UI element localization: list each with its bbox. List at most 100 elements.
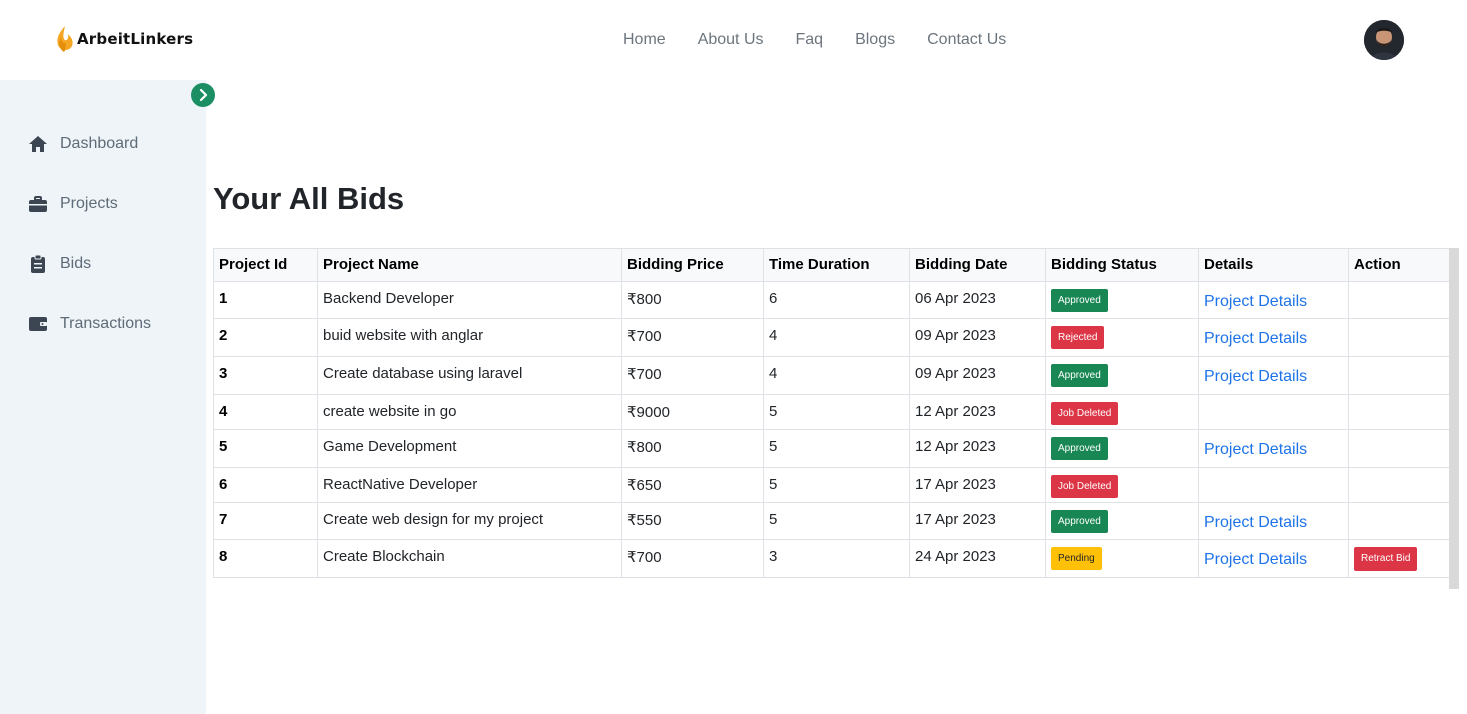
table-row: 3 Create database using laravel ₹700 4 09 Ap…	[213, 356, 1450, 395]
cell-project-id: 2	[213, 318, 318, 357]
flame-logo-icon	[57, 26, 73, 52]
status-badge: Job Deleted	[1051, 475, 1119, 498]
cell-bidding-price: ₹550	[621, 502, 764, 540]
nav-contact-us[interactable]: Contact Us	[927, 31, 1006, 49]
brand-logo[interactable]: ArbeitLinkers	[55, 25, 193, 53]
cell-bidding-price: ₹9000	[621, 394, 764, 430]
column-header: Bidding Status	[1045, 248, 1199, 282]
project-details-link[interactable]: Project Details	[1204, 368, 1307, 386]
user-avatar[interactable]	[1364, 20, 1404, 60]
cell-project-name: Backend Developer	[317, 281, 622, 319]
brand-name: ArbeitLinkers	[77, 30, 194, 48]
cell-time-duration: 5	[763, 394, 910, 430]
column-header: Bidding Date	[909, 248, 1046, 282]
sidebar-item-projects[interactable]: Projects	[28, 192, 118, 216]
status-badge: Approved	[1051, 364, 1108, 387]
cell-project-name: Create web design for my project	[317, 502, 622, 540]
cell-time-duration: 5	[763, 429, 910, 468]
table-row: 4 create website in go ₹9000 5 12 Apr 2023 Jo…	[213, 394, 1450, 430]
cell-project-id: 8	[213, 539, 318, 578]
cell-time-duration: 5	[763, 467, 910, 503]
cell-bidding-price: ₹700	[621, 318, 764, 357]
cell-project-name: ReactNative Developer	[317, 467, 622, 503]
clipboard-icon	[28, 254, 48, 274]
table-row: 2 buid website with anglar ₹700 4 09 Apr 202…	[213, 318, 1450, 357]
cell-bidding-date: 17 Apr 2023	[909, 502, 1046, 540]
sidebar-item-dashboard[interactable]: Dashboard	[28, 132, 138, 156]
column-header: Bidding Price	[621, 248, 764, 282]
cell-bidding-date: 17 Apr 2023	[909, 467, 1046, 503]
table-row: 8 Create Blockchain ₹700 3 24 Apr 2023 Pendin…	[213, 539, 1450, 578]
column-header: Action	[1348, 248, 1450, 282]
cell-details: Project Details	[1198, 429, 1349, 468]
table-row: 6 ReactNative Developer ₹650 5 17 Apr 2023 Jo…	[213, 467, 1450, 503]
sidebar-item-label: Bids	[60, 255, 92, 272]
cell-details: Project Details	[1198, 281, 1349, 319]
column-header: Details	[1198, 248, 1349, 282]
status-badge: Approved	[1051, 510, 1108, 533]
cell-action: Retract Bid	[1348, 539, 1450, 578]
nav-blogs[interactable]: Blogs	[855, 31, 895, 49]
page-title: Your All Bids	[213, 181, 405, 216]
project-details-link[interactable]: Project Details	[1204, 551, 1307, 569]
column-header: Project Id	[213, 248, 318, 282]
project-details-link[interactable]: Project Details	[1204, 293, 1307, 311]
cell-action	[1348, 429, 1450, 468]
sidebar-toggle-button[interactable]	[191, 83, 215, 107]
project-details-link[interactable]: Project Details	[1204, 441, 1307, 459]
cell-details	[1198, 394, 1349, 430]
status-badge: Approved	[1051, 289, 1108, 312]
top-navbar: ArbeitLinkers Home About Us Faq Blogs Co…	[0, 0, 1467, 80]
nav-about-us[interactable]: About Us	[698, 31, 764, 49]
table-row: 5 Game Development ₹800 5 12 Apr 2023 Approve…	[213, 429, 1450, 468]
status-badge: Approved	[1051, 437, 1108, 460]
nav-faq[interactable]: Faq	[796, 31, 824, 49]
cell-bidding-date: 06 Apr 2023	[909, 281, 1046, 319]
cell-project-id: 1	[213, 281, 318, 319]
sidebar-item-label: Projects	[60, 195, 118, 212]
sidebar-item-bids[interactable]: Bids	[28, 252, 91, 276]
main-nav: Home About Us Faq Blogs Contact Us	[623, 31, 1038, 49]
cell-bidding-status: Approved	[1045, 429, 1199, 468]
nav-home[interactable]: Home	[623, 31, 666, 49]
retract-bid-button[interactable]: Retract Bid	[1354, 547, 1418, 571]
cell-bidding-price: ₹800	[621, 281, 764, 319]
cell-project-name: Create database using laravel	[317, 356, 622, 395]
bids-table: Project Id Project Name Bidding Price Ti…	[213, 248, 1450, 578]
bids-table-body: 1 Backend Developer ₹800 6 06 Apr 2023 Approv…	[213, 281, 1450, 578]
table-row: 1 Backend Developer ₹800 6 06 Apr 2023 Approv…	[213, 281, 1450, 319]
cell-project-name: buid website with anglar	[317, 318, 622, 357]
cell-bidding-status: Approved	[1045, 502, 1199, 540]
project-details-link[interactable]: Project Details	[1204, 330, 1307, 348]
cell-project-id: 4	[213, 394, 318, 430]
cell-action	[1348, 394, 1450, 430]
cell-project-id: 6	[213, 467, 318, 503]
cell-bidding-status: Approved	[1045, 356, 1199, 395]
cell-details: Project Details	[1198, 502, 1349, 540]
project-details-link[interactable]: Project Details	[1204, 514, 1307, 532]
table-scrollbar[interactable]	[1449, 248, 1459, 589]
cell-time-duration: 4	[763, 318, 910, 357]
cell-project-name: Create Blockchain	[317, 539, 622, 578]
status-badge: Job Deleted	[1051, 402, 1119, 425]
cell-details: Project Details	[1198, 318, 1349, 357]
cell-bidding-date: 09 Apr 2023	[909, 356, 1046, 395]
table-row: 7 Create web design for my project ₹550 5 17…	[213, 502, 1450, 540]
status-badge: Rejected	[1051, 326, 1105, 349]
cell-project-id: 5	[213, 429, 318, 468]
sidebar	[0, 80, 206, 714]
cell-bidding-status: Pending	[1045, 539, 1199, 578]
cell-bidding-price: ₹700	[621, 356, 764, 395]
cell-details: Project Details	[1198, 356, 1349, 395]
avatar-photo-icon	[1364, 20, 1404, 60]
cell-project-id: 3	[213, 356, 318, 395]
cell-bidding-price: ₹800	[621, 429, 764, 468]
sidebar-item-transactions[interactable]: Transactions	[28, 312, 151, 336]
cell-project-id: 7	[213, 502, 318, 540]
wallet-icon	[28, 314, 48, 334]
cell-time-duration: 5	[763, 502, 910, 540]
table-header-row: Project Id Project Name Bidding Price Ti…	[213, 248, 1450, 282]
briefcase-icon	[28, 194, 48, 214]
cell-bidding-price: ₹700	[621, 539, 764, 578]
cell-action	[1348, 318, 1450, 357]
